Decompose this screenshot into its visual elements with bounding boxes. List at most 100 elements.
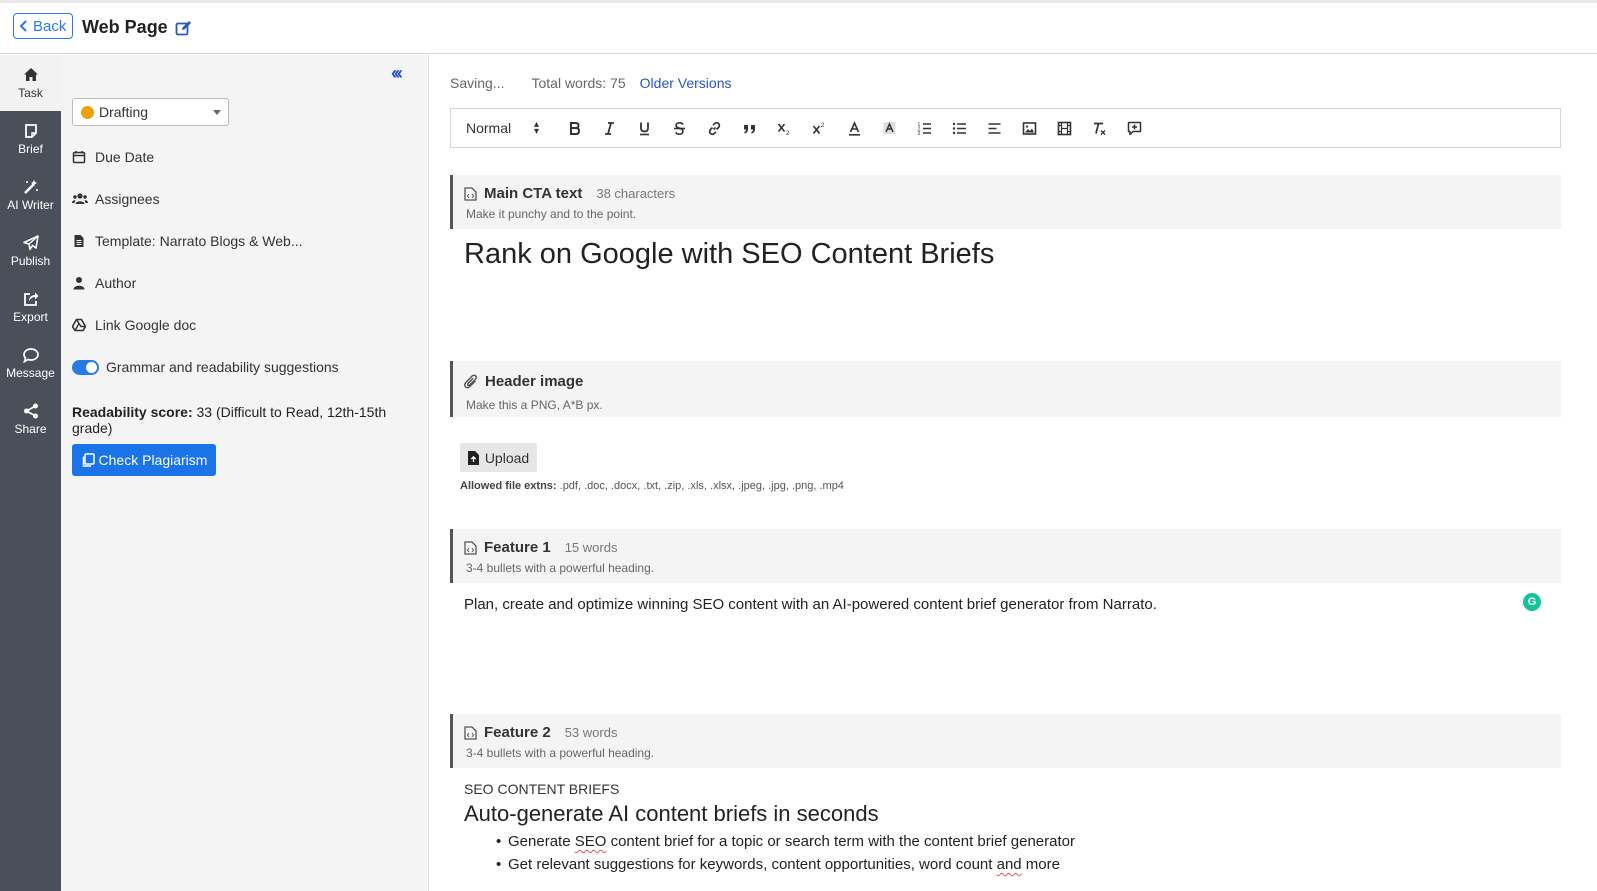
svg-text:2: 2	[786, 131, 790, 136]
rail-item-export[interactable]: Export	[0, 279, 61, 335]
assignees-row[interactable]: Assignees	[72, 191, 160, 207]
status-select[interactable]: Drafting	[72, 98, 229, 126]
underline-button[interactable]	[627, 116, 662, 140]
spelling-flag[interactable]: SEO	[575, 833, 607, 850]
grammarly-icon[interactable]: G	[1523, 593, 1541, 611]
subscript-button[interactable]: 2	[767, 116, 802, 140]
section-title-text: Main CTA text	[484, 185, 583, 202]
rail-label-export: Export	[13, 309, 48, 324]
link-icon	[708, 121, 721, 135]
template-row[interactable]: Template: Narrato Blogs & Web...	[72, 233, 303, 249]
file-code-icon	[464, 540, 477, 555]
icon-rail: Task Brief AI Writer Publish Export Mess…	[0, 55, 61, 891]
section-header-image: Header image Make this a PNG, A*B px.	[450, 361, 1561, 417]
assignees-label: Assignees	[95, 191, 160, 207]
rail-item-task[interactable]: Task	[0, 55, 61, 111]
users-icon	[72, 193, 88, 204]
underline-icon	[640, 122, 649, 135]
background-color-button[interactable]	[872, 116, 907, 140]
allowed-extensions: Allowed file extns: .pdf, .doc, .docx, .…	[460, 480, 844, 492]
section-title-text: Feature 2	[484, 724, 551, 741]
format-select[interactable]: Normal ▴ ▾	[466, 119, 539, 137]
grammar-toggle-label: Grammar and readability suggestions	[106, 359, 339, 375]
bullet-list-icon	[952, 122, 966, 134]
rail-item-publish[interactable]: Publish	[0, 223, 61, 279]
rail-label-task: Task	[18, 85, 43, 100]
home-icon	[23, 67, 38, 81]
saving-status: Saving...	[450, 75, 505, 91]
due-date-row[interactable]: Due Date	[72, 149, 154, 165]
google-drive-icon	[72, 318, 86, 332]
rail-item-ai-writer[interactable]: AI Writer	[0, 167, 61, 223]
page-title: Web Page	[82, 17, 168, 37]
grammar-row: Grammar and readability suggestions	[72, 359, 339, 375]
share-nodes-icon	[23, 403, 38, 418]
svg-text:3: 3	[918, 131, 921, 136]
status-dot	[81, 105, 94, 119]
blockquote-button[interactable]	[732, 116, 767, 140]
superscript-icon: 2	[812, 123, 825, 134]
collapse-sidebar-button[interactable]: ‹‹‹	[391, 63, 403, 84]
align-button[interactable]	[977, 116, 1012, 140]
rail-item-message[interactable]: Message	[0, 335, 61, 391]
page-header: Back Web Page	[0, 3, 1597, 54]
link-google-doc-label: Link Google doc	[95, 317, 197, 333]
comment-button[interactable]	[1117, 116, 1152, 140]
editor-area: Saving... Total words: 75 Older Versions…	[430, 55, 1597, 891]
user-icon	[73, 277, 85, 290]
readability-score: Readability score: 33 (Difficult to Read…	[72, 404, 428, 436]
add-comment-icon	[1127, 121, 1142, 135]
superscript-button[interactable]: 2	[802, 116, 837, 140]
file-code-icon	[464, 186, 477, 201]
feature-1-content[interactable]: Plan, create and optimize winning SEO co…	[464, 596, 1157, 613]
check-plagiarism-button[interactable]: Check Plagiarism	[72, 444, 216, 476]
grammar-toggle[interactable]	[72, 359, 99, 375]
image-button[interactable]	[1012, 116, 1047, 140]
ordered-list-icon: 123	[918, 122, 931, 136]
rail-item-share[interactable]: Share	[0, 391, 61, 447]
clear-format-button[interactable]	[1082, 116, 1117, 140]
svg-text:2: 2	[821, 123, 825, 129]
cta-content[interactable]: Rank on Google with SEO Content Briefs	[464, 238, 994, 271]
readability-label: Readability score:	[72, 404, 193, 420]
check-plagiarism-label: Check Plagiarism	[98, 452, 208, 468]
edit-icon[interactable]	[175, 20, 192, 37]
rail-label-brief: Brief	[18, 141, 43, 156]
bold-button[interactable]	[557, 116, 592, 140]
calendar-icon	[72, 151, 86, 164]
section-hint: Make it punchy and to the point.	[466, 207, 637, 221]
link-google-doc-row[interactable]: Link Google doc	[72, 317, 196, 333]
highlight-icon	[883, 121, 896, 134]
feature-2-heading[interactable]: Auto-generate AI content briefs in secon…	[464, 801, 879, 827]
format-value: Normal	[466, 120, 512, 136]
older-versions-link[interactable]: Older Versions	[640, 75, 732, 91]
note-icon	[24, 123, 37, 138]
section-title-text: Feature 1	[484, 539, 551, 556]
strike-button[interactable]	[662, 116, 697, 140]
upload-button[interactable]: Upload	[460, 443, 537, 472]
spelling-flag[interactable]: and	[997, 856, 1022, 873]
ordered-list-button[interactable]: 123	[907, 116, 942, 140]
author-row[interactable]: Author	[72, 275, 136, 291]
section-title: Header image	[464, 373, 583, 390]
bullet-list-button[interactable]	[942, 116, 977, 140]
list-item[interactable]: Get relevant suggestions for keywords, c…	[496, 853, 1075, 876]
quote-icon	[744, 124, 755, 133]
link-button[interactable]	[697, 116, 732, 140]
updown-icon: ▴ ▾	[533, 119, 539, 137]
list-item[interactable]: Generate SEO content brief for a topic o…	[496, 830, 1075, 853]
back-button[interactable]: Back	[13, 13, 74, 39]
image-icon	[1022, 121, 1037, 135]
text-color-button[interactable]	[837, 116, 872, 140]
editor-toolbar: Normal ▴ ▾ 2 2 123	[450, 108, 1561, 148]
video-button[interactable]	[1047, 116, 1082, 140]
italic-button[interactable]	[592, 116, 627, 140]
rail-label-publish: Publish	[10, 253, 51, 268]
total-words: Total words: 75	[531, 75, 626, 91]
align-left-icon	[988, 122, 1001, 134]
template-label: Template: Narrato Blogs & Web...	[95, 233, 303, 249]
rail-item-brief[interactable]: Brief	[0, 111, 61, 167]
feature-2-eyebrow[interactable]: SEO CONTENT BRIEFS	[464, 781, 619, 797]
section-title: Main CTA text 38 characters	[464, 185, 675, 202]
section-main-cta: Main CTA text 38 characters Make it punc…	[450, 175, 1561, 229]
